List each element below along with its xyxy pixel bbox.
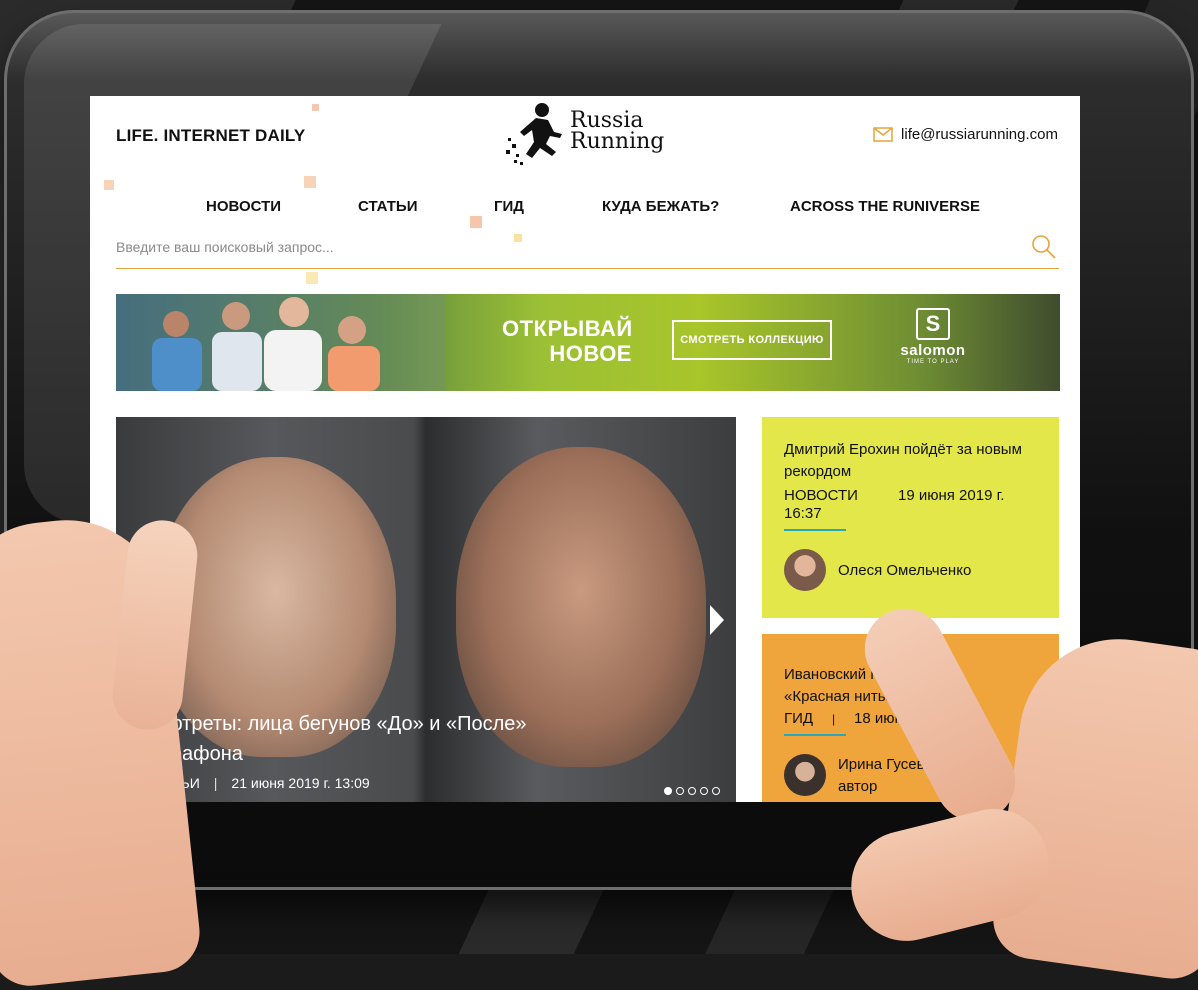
- banner-headline-line-1: ОТКРЫВАЙ: [502, 316, 633, 341]
- card-title[interactable]: Дмитрий Ерохин пойдёт за новым рекордом: [784, 439, 1034, 483]
- brand-logo: S salomon TIME TO PLAY: [888, 308, 978, 378]
- runner-icon: [506, 103, 562, 165]
- logo-line-2: Running: [570, 129, 665, 154]
- card-date: 19 июня 2019 г.: [898, 487, 1005, 504]
- banner-headline-line-2: НОВОЕ: [549, 341, 632, 366]
- site-logo[interactable]: Russia Running: [502, 100, 672, 172]
- confetti: [104, 180, 114, 190]
- nav-item-runiverse[interactable]: ACROSS THE RUNIVERSE: [790, 198, 980, 215]
- hero-title[interactable]: Портреты: лица бегунов «До» и «После» ма…: [146, 709, 566, 769]
- search-input[interactable]: [116, 232, 996, 262]
- slider-dot[interactable]: [676, 787, 684, 795]
- card-divider: [784, 529, 846, 531]
- search-icon[interactable]: [1031, 234, 1057, 260]
- card-author[interactable]: Олеся Омельченко: [838, 560, 971, 582]
- card-category[interactable]: НОВОСТИ: [784, 487, 858, 504]
- card-time: 16:37: [784, 505, 822, 522]
- nav-item-news[interactable]: НОВОСТИ: [206, 198, 281, 215]
- confetti: [470, 216, 482, 228]
- card-divider: [784, 734, 846, 736]
- news-card[interactable]: Дмитрий Ерохин пойдёт за новым рекордом …: [762, 417, 1059, 618]
- slider-dots: [664, 787, 720, 795]
- email-address: life@russiarunning.com: [901, 126, 1058, 143]
- meta-separator: |: [213, 775, 218, 791]
- card-author-role: автор: [838, 778, 878, 795]
- slider-dot[interactable]: [712, 787, 720, 795]
- confetti: [306, 272, 318, 284]
- avatar[interactable]: [784, 754, 826, 796]
- logo-wordmark: Russia Running: [570, 108, 665, 154]
- meta-separator: |: [832, 712, 836, 726]
- envelope-icon: [873, 127, 893, 142]
- nav-item-articles[interactable]: СТАТЬИ: [358, 198, 418, 215]
- avatar[interactable]: [784, 549, 826, 591]
- contact-email[interactable]: life@russiarunning.com: [873, 126, 1058, 143]
- site-tagline: LIFE. INTERNET DAILY: [116, 126, 306, 145]
- banner-runners-image: [116, 294, 446, 391]
- view-collection-button[interactable]: СМОТРЕТЬ КОЛЛЕКЦИЮ: [672, 320, 832, 360]
- brand-tagline: TIME TO PLAY: [906, 359, 960, 365]
- ad-banner[interactable]: ОТКРЫВАЙ НОВОЕ СМОТРЕТЬ КОЛЛЕКЦИЮ S salo…: [116, 294, 1060, 391]
- banner-headline: ОТКРЫВАЙ НОВОЕ: [502, 316, 632, 366]
- logo-line-1: Russia: [570, 108, 644, 133]
- slider-dot[interactable]: [688, 787, 696, 795]
- card-category[interactable]: ГИД: [784, 710, 813, 727]
- brand-name: salomon: [900, 342, 966, 359]
- arrow-right-icon[interactable]: [710, 605, 724, 635]
- hero-date: 21 июня 2019 г. 13:09: [231, 775, 370, 791]
- nav-item-where-to-run[interactable]: КУДА БЕЖАТЬ?: [602, 198, 719, 215]
- hero-slider[interactable]: Портреты: лица бегунов «До» и «После» ма…: [116, 417, 736, 802]
- nav-item-guide[interactable]: ГИД: [494, 198, 524, 215]
- brand-s-icon: S: [916, 308, 950, 340]
- confetti: [312, 104, 319, 111]
- search-bar: [116, 232, 1059, 269]
- confetti: [304, 176, 316, 188]
- slider-dot[interactable]: [700, 787, 708, 795]
- slider-dot[interactable]: [664, 787, 672, 795]
